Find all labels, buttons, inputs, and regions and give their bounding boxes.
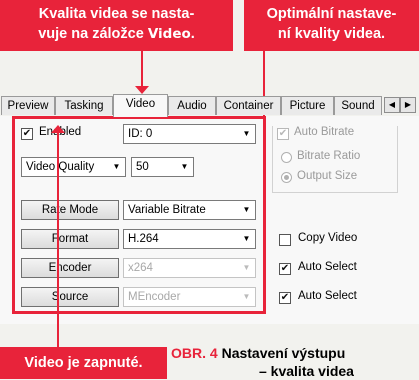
copy-video-label: Copy Video (298, 232, 358, 244)
auto-bitrate-checkbox[interactable]: ✔ (277, 128, 289, 140)
callout-text-emph: Video (147, 26, 191, 42)
tab-bar: Preview Tasking Video Audio Container Pi… (0, 94, 419, 117)
tab-preview[interactable]: Preview (1, 96, 55, 115)
tab-sound[interactable]: Sound (334, 96, 382, 115)
tab-tasking[interactable]: Tasking (55, 96, 113, 115)
callout-video-tab: Kvalita videa se nasta- vuje na záložce … (0, 0, 233, 51)
callout-text: vuje na záložce (38, 26, 148, 42)
arrow-up-icon (51, 125, 65, 133)
auto-select-source-checkbox[interactable]: ✔ (279, 292, 291, 304)
tab-scroll-left-icon[interactable]: ◀ (384, 97, 400, 113)
output-size-radio[interactable] (281, 172, 292, 183)
leader-line-video-tab (141, 51, 143, 91)
figure-caption: OBR. 4 Nastavení výstupu – kvalita videa (171, 344, 419, 380)
auto-bitrate-label: Auto Bitrate (294, 126, 355, 138)
callout-enabled: Video je zapnuté. (0, 347, 167, 379)
arrow-down-icon (135, 86, 149, 94)
tab-scroll-right-icon[interactable]: ▶ (400, 97, 416, 113)
callout-quality: Optimální nastave- ní kvality videa. (244, 0, 419, 51)
auto-select-source-label: Auto Select (298, 290, 357, 302)
bitrate-ratio-radio[interactable] (281, 152, 292, 163)
bitrate-ratio-label: Bitrate Ratio (297, 150, 361, 162)
callout-text: ní kvality videa. (277, 26, 386, 42)
figure-number: OBR. 4 (171, 345, 218, 361)
caption-line-2: – kvalita videa (259, 363, 354, 379)
caption-line-1: Nastavení výstupu (217, 345, 346, 361)
callout-text: Optimální nastave- (266, 6, 397, 22)
copy-video-checkbox[interactable] (279, 234, 291, 246)
tab-container[interactable]: Container (216, 96, 281, 115)
highlight-frame (12, 116, 266, 314)
callout-text: . (190, 26, 195, 42)
output-size-label: Output Size (297, 170, 358, 182)
leader-line-enabled (57, 132, 59, 347)
callout-text: Kvalita videa se nasta- (38, 6, 195, 22)
auto-select-encoder-label: Auto Select (298, 261, 357, 273)
auto-select-encoder-checkbox[interactable]: ✔ (279, 263, 291, 275)
tab-picture[interactable]: Picture (281, 96, 334, 115)
tab-video[interactable]: Video (113, 94, 168, 117)
tab-audio[interactable]: Audio (168, 96, 216, 115)
video-settings-panel: ✔ Enabled ID: 0 ▼ Video Quality ▼ 50 ▼ R… (0, 116, 419, 324)
